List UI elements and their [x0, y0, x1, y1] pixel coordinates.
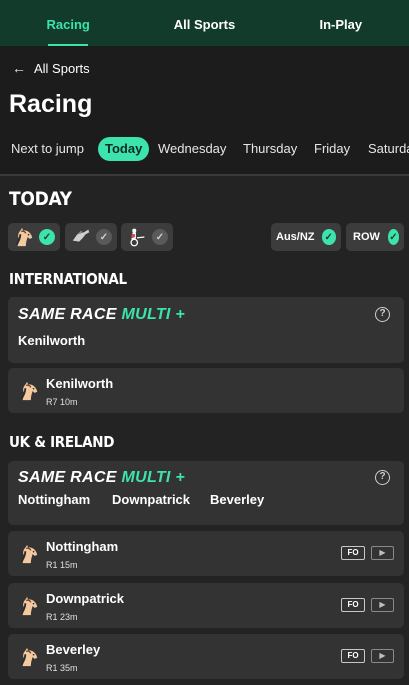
srm-multi-label: MULTI — [121, 306, 171, 323]
region-label: ROW — [353, 231, 380, 243]
filter-greyhounds[interactable]: ✓ — [65, 223, 117, 251]
check-icon: ✓ — [387, 229, 399, 245]
same-race-multi-title: SAME RACE MULTI + — [18, 469, 185, 487]
srm-venue-nottingham[interactable]: Nottingham — [18, 492, 90, 507]
race-venue: Downpatrick — [46, 591, 125, 606]
race-info: R1 15m — [46, 560, 78, 570]
race-info: R1 23m — [46, 612, 78, 622]
check-icon: ✓ — [96, 229, 112, 245]
day-tab-thursday[interactable]: Thursday — [243, 137, 297, 161]
race-venue: Kenilworth — [46, 376, 114, 391]
top-nav: Racing All Sports In-Play — [0, 0, 409, 46]
harness-racing-icon — [130, 228, 145, 247]
race-row-beverley[interactable]: Beverley R1 35m FO ▶ — [8, 634, 404, 679]
arrow-left-icon: ← — [12, 60, 26, 76]
race-info: R1 35m — [46, 663, 78, 673]
race-row-nottingham[interactable]: Nottingham R1 15m FO ▶ — [8, 531, 404, 576]
fixed-odds-badge: FO — [341, 546, 365, 560]
fixed-odds-badge: FO — [341, 649, 365, 663]
filter-region-row[interactable]: ROW ✓ — [346, 223, 404, 251]
help-icon[interactable]: ? — [375, 470, 390, 485]
play-icon[interactable]: ▶ — [371, 598, 394, 612]
srm-plus: + — [175, 469, 186, 486]
day-tabs: Next to jump Today Wednesday Thursday Fr… — [0, 137, 409, 163]
uk-ireland-heading: UK & IRELAND — [9, 433, 115, 451]
tab-all-sports[interactable]: All Sports — [136, 0, 272, 46]
back-link-label: All Sports — [34, 60, 90, 76]
day-tab-today[interactable]: Today — [98, 137, 150, 161]
day-tab-wednesday[interactable]: Wednesday — [158, 137, 226, 161]
race-venue: Beverley — [46, 642, 101, 657]
srm-venue-kenilworth[interactable]: Kenilworth — [18, 333, 85, 348]
check-icon: ✓ — [39, 229, 55, 245]
play-icon[interactable]: ▶ — [371, 649, 394, 663]
help-icon[interactable]: ? — [375, 307, 390, 322]
filter-region-aus-nz[interactable]: Aus/NZ ✓ — [271, 223, 341, 251]
srm-venue-beverley[interactable]: Beverley — [210, 492, 264, 507]
srm-plus: + — [175, 306, 186, 323]
horse-racing-icon — [18, 380, 40, 402]
same-race-multi-title: SAME RACE MULTI + — [18, 306, 185, 324]
racing-header: ← All Sports Racing Next to jump Today W… — [0, 46, 409, 176]
horse-racing-icon — [13, 226, 35, 248]
check-icon: ✓ — [321, 229, 336, 245]
greyhound-icon — [72, 229, 90, 242]
race-info: R7 10m — [46, 397, 78, 407]
day-tab-saturday[interactable]: Saturday — [368, 137, 409, 161]
back-link[interactable]: ← All Sports — [12, 60, 90, 76]
race-row-kenilworth[interactable]: Kenilworth R7 10m — [8, 368, 404, 413]
srm-label: SAME RACE — [18, 306, 117, 323]
today-heading: TODAY — [9, 188, 72, 210]
play-icon[interactable]: ▶ — [371, 546, 394, 560]
srm-venue-downpatrick[interactable]: Downpatrick — [112, 492, 190, 507]
filter-harness[interactable]: ✓ — [121, 223, 173, 251]
filter-horse-racing[interactable]: ✓ — [8, 223, 60, 251]
fixed-odds-badge: FO — [341, 598, 365, 612]
same-race-multi-card: SAME RACE MULTI + ? Nottingham Downpatri… — [8, 461, 404, 525]
tab-in-play[interactable]: In-Play — [273, 0, 409, 46]
horse-racing-icon — [18, 543, 40, 565]
header-divider — [0, 174, 409, 176]
horse-racing-icon — [18, 646, 40, 668]
tab-racing[interactable]: Racing — [0, 0, 136, 46]
check-icon: ✓ — [152, 229, 168, 245]
page-title: Racing — [9, 90, 93, 118]
day-tab-next-to-jump[interactable]: Next to jump — [11, 137, 84, 161]
srm-label: SAME RACE — [18, 469, 117, 486]
same-race-multi-card: SAME RACE MULTI + ? Kenilworth — [8, 297, 404, 363]
region-label: Aus/NZ — [276, 231, 315, 243]
horse-racing-icon — [18, 595, 40, 617]
race-row-downpatrick[interactable]: Downpatrick R1 23m FO ▶ — [8, 583, 404, 628]
international-heading: INTERNATIONAL — [9, 270, 127, 288]
race-venue: Nottingham — [46, 539, 119, 554]
srm-multi-label: MULTI — [121, 469, 171, 486]
day-tab-friday[interactable]: Friday — [314, 137, 350, 161]
